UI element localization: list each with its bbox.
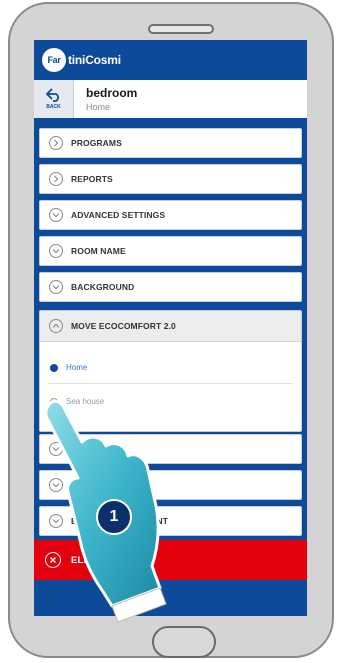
delete-label: ELIM YMC [71,554,153,566]
menu-item-lower-3[interactable]: E D MANAGEMENT [39,506,302,536]
menu-item-label: ROOM NAME [71,246,126,256]
menu-item-label: PROGRAMS [71,138,122,148]
chevron-right-icon [49,136,63,150]
back-label: BACK [46,104,61,110]
menu-item-label: ADVANCED SETTINGS [71,210,166,220]
chevron-down-icon [49,208,63,222]
room-subtitle: Home [86,102,111,112]
divider [48,383,293,384]
menu-item-reports[interactable]: REPORTS [39,164,302,194]
back-button[interactable]: BACK [34,80,74,118]
room-titlebar: BACK bedroom Home [34,80,307,118]
menu-item-advanced-settings[interactable]: ADVANCED SETTINGS [39,200,302,230]
room-title: bedroom [86,86,138,100]
chevron-down-icon [49,478,63,492]
logo-badge: Far [42,48,66,72]
settings-menu: PROGRAMS REPORTS ADVANCED SETTINGS ROOM … [34,118,307,616]
menu-item-label: REPORTS [71,174,113,184]
menu-item-lower-2[interactable] [39,470,302,500]
menu-item-room-name[interactable]: ROOM NAME [39,236,302,266]
option-label: Sea house [66,397,105,406]
step-badge: 1 [96,499,132,535]
menu-item-programs[interactable]: PROGRAMS [39,128,302,158]
brand-logo: Far tiniCosmi [42,48,121,72]
menu-item-background[interactable]: BACKGROUND [39,272,302,302]
chevron-right-icon [49,172,63,186]
radio-selected-icon [50,363,58,372]
option-label: Home [66,363,88,372]
chevron-down-icon [49,244,63,258]
move-ecocomfort-header[interactable]: MOVE ECOCOMFORT 2.0 [40,311,301,342]
option-home[interactable]: Home [50,363,87,372]
chevron-up-icon [49,319,63,333]
chevron-down-icon [49,280,63,294]
menu-item-label: MOVE ECOCOMFORT 2.0 [71,321,176,331]
radio-unselected-icon [50,397,58,406]
option-sea-house[interactable]: Sea house [50,397,104,406]
phone-home-button[interactable] [152,626,216,658]
app-screen: Far tiniCosmi BACK bedroom Home PROGRAMS [34,40,307,616]
move-ecocomfort-section: MOVE ECOCOMFORT 2.0 Home Sea house [39,310,302,432]
chevron-down-icon [49,514,63,528]
logo-text: tiniCosmi [68,53,121,67]
menu-item-label: BACKGROUND [71,282,135,292]
phone-speaker [148,24,214,34]
chevron-down-icon [49,442,63,456]
close-icon [45,552,61,568]
app-header: Far tiniCosmi [34,40,307,80]
back-icon [45,88,62,102]
menu-item-label: ARE [89,444,108,454]
delete-button[interactable]: ELIM YMC [34,540,307,580]
menu-item-lower-1[interactable]: ARE [39,434,302,464]
